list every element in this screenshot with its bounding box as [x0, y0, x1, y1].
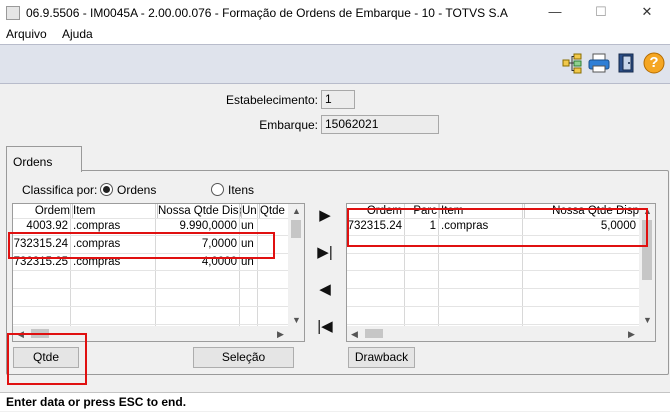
- cell-ordem: 732315.24: [13, 238, 68, 250]
- scroll-left-icon[interactable]: ◀: [351, 328, 358, 340]
- qtde-button[interactable]: Qtde: [13, 347, 79, 368]
- remove-all-button[interactable]: |◀: [312, 314, 338, 340]
- col-header-nossa-qtde[interactable]: Nossa Qtde Disp: [156, 204, 242, 218]
- radio-itens-label: Itens: [228, 183, 255, 197]
- tree-icon[interactable]: [561, 52, 583, 74]
- radio-itens[interactable]: [211, 183, 224, 196]
- col-header-ordem[interactable]: Ordem: [347, 204, 405, 218]
- scroll-thumb[interactable]: [642, 220, 652, 280]
- menu-arquivo[interactable]: Arquivo: [6, 27, 47, 41]
- close-button[interactable]: ✕: [624, 0, 670, 26]
- estabelecimento-field[interactable]: 1: [321, 90, 355, 109]
- scroll-down-icon[interactable]: ▼: [292, 314, 301, 326]
- add-selected-button[interactable]: ▶: [312, 203, 338, 229]
- scroll-thumb[interactable]: [291, 220, 301, 238]
- cell-nossa-qtde: 5,0000: [600, 220, 636, 232]
- cell-un: un: [241, 220, 254, 232]
- scroll-right-icon[interactable]: ▶: [277, 328, 284, 340]
- drawback-button[interactable]: Drawback: [348, 347, 415, 368]
- scroll-right-icon[interactable]: ▶: [628, 328, 635, 340]
- remove-selected-button[interactable]: ◀: [312, 277, 338, 303]
- scroll-left-icon[interactable]: ◀: [17, 328, 24, 340]
- embarque-label: Embarque:: [259, 118, 318, 132]
- menu-bar: [0, 26, 670, 44]
- col-header-parc[interactable]: Parc: [405, 204, 440, 218]
- scroll-up-icon[interactable]: ▲: [643, 205, 652, 217]
- left-grid-hscrollbar[interactable]: ◀ ▶: [13, 326, 304, 341]
- scroll-up-icon[interactable]: ▲: [292, 205, 301, 217]
- cell-item: .compras: [73, 256, 121, 268]
- help-icon[interactable]: [643, 52, 665, 74]
- classifica-label: Classifica por:: [22, 183, 98, 197]
- exit-door-icon[interactable]: [615, 52, 637, 74]
- scroll-down-icon[interactable]: ▼: [643, 314, 652, 326]
- radio-ordens-label: Ordens: [117, 183, 157, 197]
- col-header-nossa-qtde[interactable]: Nossa Qtde Disp: [523, 204, 642, 218]
- cell-nossa-qtde: 4,0000: [201, 256, 237, 268]
- status-bar: Enter data or press ESC to end.: [0, 392, 670, 411]
- cell-ordem: 732315.24: [347, 220, 402, 232]
- cell-nossa-qtde: 9.990,0000: [179, 220, 237, 232]
- left-orders-grid[interactable]: Ordem Item Nossa Qtde Disp Un Qtde R 400…: [12, 203, 305, 342]
- cell-nossa-qtde: 7,0000: [201, 238, 237, 250]
- tab-ordens[interactable]: Ordens: [6, 146, 82, 172]
- add-all-button[interactable]: ▶|: [312, 240, 338, 266]
- col-header-qtde-r[interactable]: Qtde R: [258, 204, 292, 218]
- radio-ordens[interactable]: [100, 183, 113, 196]
- right-grid-hscrollbar[interactable]: ◀ ▶: [347, 326, 655, 341]
- scroll-thumb[interactable]: [31, 329, 49, 338]
- cell-ordem: 732315.25: [13, 256, 68, 268]
- menu-ajuda[interactable]: Ajuda: [62, 27, 93, 41]
- cell-ordem: 4003.92: [26, 220, 68, 232]
- cell-item: .compras: [441, 220, 489, 232]
- app-icon: [6, 6, 20, 20]
- scroll-thumb[interactable]: [365, 329, 383, 338]
- maximize-button[interactable]: ☐: [578, 0, 624, 26]
- cell-un: un: [241, 256, 254, 268]
- left-grid-vscrollbar[interactable]: ▲ ▼: [288, 204, 304, 328]
- cell-item: .compras: [73, 238, 121, 250]
- minimize-button[interactable]: —: [532, 0, 578, 26]
- window-title: 06.9.5506 - IM0045A - 2.00.00.076 - Form…: [26, 6, 508, 20]
- right-orders-grid[interactable]: Ordem Parc Item Nossa Qtde Disp 732315.2…: [346, 203, 656, 342]
- cell-item: .compras: [73, 220, 121, 232]
- cell-parc: 1: [429, 220, 436, 232]
- col-header-item[interactable]: Item: [71, 204, 158, 218]
- right-grid-vscrollbar[interactable]: ▲ ▼: [639, 204, 655, 328]
- cell-un: un: [241, 238, 254, 250]
- printer-icon[interactable]: [588, 52, 610, 74]
- col-header-ordem[interactable]: Ordem: [13, 204, 73, 218]
- embarque-field[interactable]: 15062021: [321, 115, 439, 134]
- col-header-item[interactable]: Item: [439, 204, 525, 218]
- selecao-button[interactable]: Seleção: [193, 347, 294, 368]
- estabelecimento-label: Estabelecimento:: [225, 93, 318, 107]
